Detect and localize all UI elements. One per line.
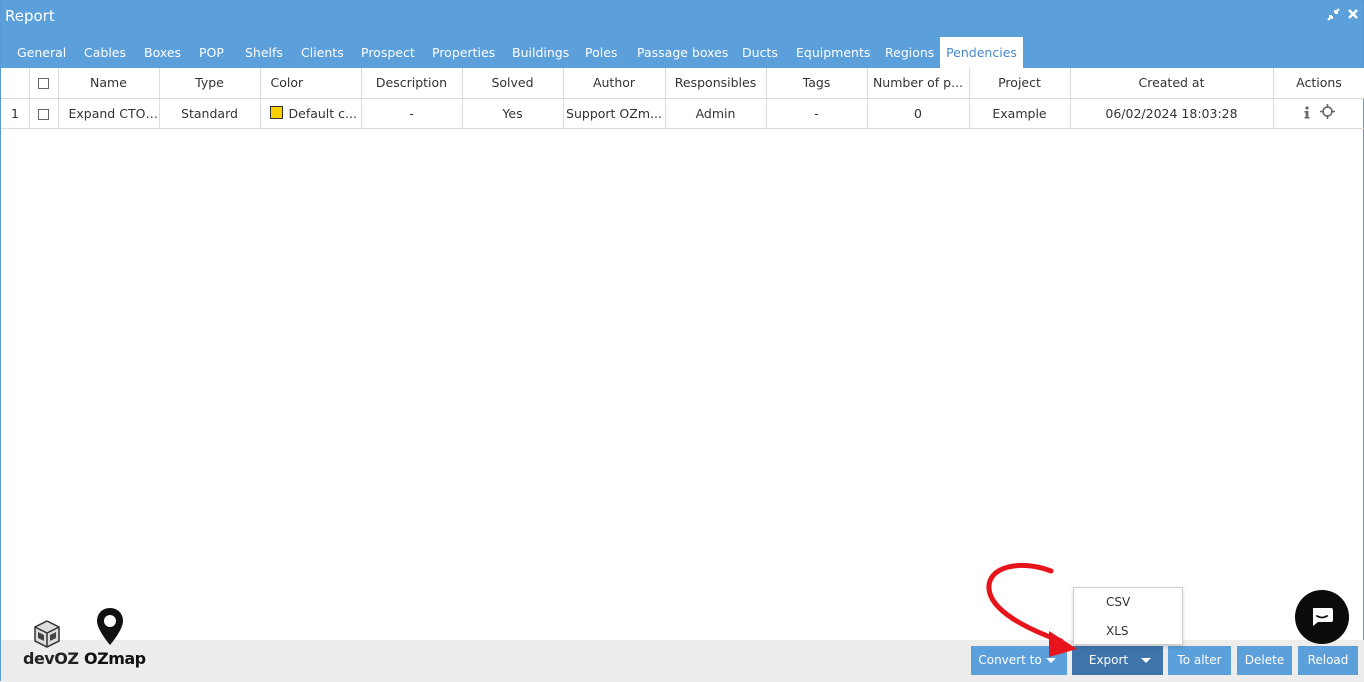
header-project[interactable]: Project xyxy=(969,68,1071,99)
header-number[interactable]: Number of p... xyxy=(867,68,970,99)
tab-prospect[interactable]: Prospect xyxy=(355,37,421,68)
chevron-down-icon xyxy=(1141,658,1151,663)
cell-number: 0 xyxy=(867,98,970,129)
title-bar: Report xyxy=(1,1,1363,37)
pendencies-table: Name Type Color Description Solved Autho… xyxy=(1,68,1364,129)
select-all-checkbox[interactable] xyxy=(38,78,49,90)
header-type[interactable]: Type xyxy=(159,68,261,99)
header-index xyxy=(1,68,30,99)
close-icon[interactable] xyxy=(1347,8,1359,24)
locate-icon[interactable] xyxy=(1320,104,1336,122)
cell-responsibles: Admin xyxy=(665,98,767,129)
cell-tags: - xyxy=(766,98,868,129)
to-alter-button[interactable]: To alter xyxy=(1168,646,1231,675)
header-select-all[interactable] xyxy=(29,68,59,99)
report-window: Report General Cables Boxes POP Shelfs C… xyxy=(0,0,1364,682)
tab-passage-boxes[interactable]: Passage boxes xyxy=(631,37,734,68)
devoz-cube-icon xyxy=(34,620,60,648)
row-checkbox[interactable] xyxy=(38,108,49,120)
tab-pendencies[interactable]: Pendencies xyxy=(940,37,1023,68)
cell-solved: Yes xyxy=(462,98,564,129)
tab-equipments[interactable]: Equipments xyxy=(790,37,876,68)
header-responsibles[interactable]: Responsibles xyxy=(665,68,767,99)
cell-type: Standard xyxy=(159,98,261,129)
header-name[interactable]: Name xyxy=(58,68,160,99)
header-solved[interactable]: Solved xyxy=(462,68,564,99)
color-label: Default c... xyxy=(288,105,357,121)
devoz-logo: devOZ xyxy=(21,619,79,669)
window-title: Report xyxy=(5,7,55,25)
delete-button[interactable]: Delete xyxy=(1237,646,1292,675)
tab-bar: General Cables Boxes POP Shelfs Clients … xyxy=(1,37,1363,68)
tab-poles[interactable]: Poles xyxy=(579,37,623,68)
info-icon[interactable] xyxy=(1303,106,1311,122)
header-actions: Actions xyxy=(1273,68,1364,99)
row-select[interactable] xyxy=(29,98,59,129)
header-description[interactable]: Description xyxy=(361,68,463,99)
annotation-arrow-icon xyxy=(986,562,1077,657)
ozmap-wordmark: OZmap xyxy=(84,649,146,668)
table-header-row: Name Type Color Description Solved Autho… xyxy=(1,68,1364,99)
table-row[interactable]: 1 Expand CTO -... Standard Default c... … xyxy=(1,98,1364,129)
tab-properties[interactable]: Properties xyxy=(426,37,501,68)
tab-buildings[interactable]: Buildings xyxy=(506,37,575,68)
header-color[interactable]: Color xyxy=(260,68,362,99)
chat-launcher[interactable] xyxy=(1295,590,1349,644)
tab-pop[interactable]: POP xyxy=(193,37,230,68)
cell-project: Example xyxy=(969,98,1071,129)
cell-name: Expand CTO -... xyxy=(58,98,160,129)
cell-actions xyxy=(1273,98,1364,129)
header-created-at[interactable]: Created at xyxy=(1070,68,1274,99)
reload-button[interactable]: Reload xyxy=(1298,646,1358,675)
header-author[interactable]: Author xyxy=(563,68,666,99)
cell-author: Support OZm... xyxy=(563,98,666,129)
chat-icon xyxy=(1313,608,1333,626)
map-pin-icon xyxy=(97,608,123,645)
color-swatch xyxy=(269,105,283,119)
restore-icon[interactable] xyxy=(1327,8,1340,25)
cell-created-at: 06/02/2024 18:03:28 xyxy=(1070,98,1274,129)
cell-description: - xyxy=(361,98,463,129)
header-tags[interactable]: Tags xyxy=(766,68,868,99)
tab-clients[interactable]: Clients xyxy=(295,37,350,68)
cell-color: Default c... xyxy=(260,98,362,129)
tab-cables[interactable]: Cables xyxy=(78,37,132,68)
devoz-wordmark: devOZ xyxy=(23,649,79,668)
ozmap-logo: OZmap xyxy=(83,607,146,669)
tab-general[interactable]: General xyxy=(11,37,72,68)
row-index: 1 xyxy=(1,98,30,129)
tab-regions[interactable]: Regions xyxy=(879,37,940,68)
tab-shelfs[interactable]: Shelfs xyxy=(239,37,289,68)
tab-ducts[interactable]: Ducts xyxy=(736,37,784,68)
tab-boxes[interactable]: Boxes xyxy=(138,37,187,68)
